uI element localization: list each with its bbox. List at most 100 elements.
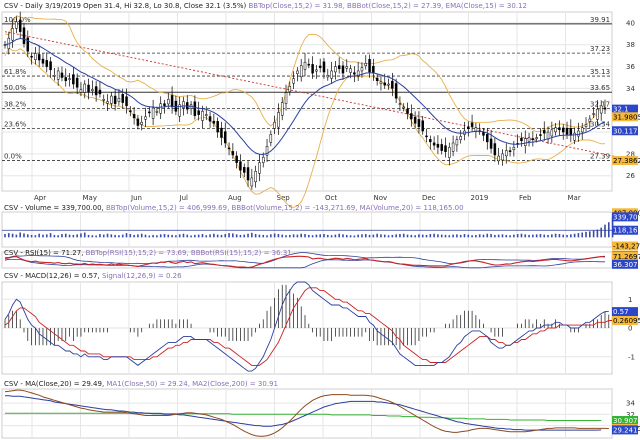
- candle-body: [546, 131, 550, 140]
- volume-bar: [607, 222, 610, 238]
- volume-bar: [452, 234, 454, 238]
- volume-bar: [197, 234, 200, 238]
- volume-bar: [110, 234, 113, 238]
- volume-bar: [243, 234, 246, 238]
- x-tick-label: Oct: [325, 194, 337, 202]
- volume-bar: [433, 233, 435, 238]
- volume-panel: 407,000339,700118,165-143,272CSV - Volum…: [1, 204, 640, 251]
- fib-level-label: 38.2%: [4, 100, 27, 108]
- candle-body: [387, 83, 390, 86]
- candle-body: [129, 110, 132, 113]
- volume-bar: [448, 235, 451, 238]
- volume-bar: [315, 234, 318, 238]
- volume-bar: [186, 234, 189, 238]
- candle-body: [383, 82, 386, 86]
- candle-body: [246, 167, 250, 181]
- volume-bar: [566, 234, 568, 238]
- volume-bar: [38, 233, 40, 238]
- volume-bar: [292, 234, 295, 238]
- volume-bar: [19, 232, 21, 238]
- volume-bar: [220, 234, 223, 238]
- x-tick-label: Jul: [179, 194, 189, 202]
- volume-bar: [467, 234, 470, 238]
- macd-line: [4, 281, 609, 372]
- candle-body: [326, 75, 330, 78]
- chart-canvas: Apr May Jun Jul Aug Sep Oct Nov Dec 2019 Feb Mar 26 2…: [1, 2, 640, 439]
- volume-bar: [429, 234, 432, 238]
- volume-bar: [216, 234, 219, 238]
- volume-bar: [285, 235, 287, 238]
- candle-body: [535, 137, 538, 139]
- panel-legend: CSV - MA(Close,20) = 29.49, MA1(Close,50…: [4, 380, 278, 388]
- volume-bar: [251, 232, 253, 238]
- candle-body: [330, 70, 333, 79]
- volume-bar: [232, 233, 234, 238]
- volume-bar: [80, 233, 82, 238]
- candle-body: [580, 127, 584, 133]
- candle-body: [459, 136, 462, 140]
- volume-bar: [91, 235, 94, 238]
- volume-bar: [368, 234, 371, 238]
- candle-body: [216, 121, 219, 133]
- candle-body: [170, 95, 174, 108]
- legend-item: BBTop(Close,15,2) = 31.98,: [246, 2, 345, 10]
- candle-body: [151, 107, 155, 119]
- x-tick-label: Jun: [130, 194, 142, 202]
- candle-body: [360, 67, 364, 72]
- candle-body: [417, 119, 421, 127]
- candle-body: [520, 137, 523, 142]
- volume-bar: [304, 234, 306, 238]
- legend-item: BBTop(RSI(15),15,2) = 73.69,: [83, 249, 188, 257]
- candle-body: [163, 103, 166, 107]
- legend-item: BBBot(RSI(15),15,2) = 36.31: [189, 249, 292, 257]
- volume-bar: [270, 234, 272, 238]
- value-tag-label: 118,165: [613, 227, 640, 235]
- volume-bar: [49, 233, 52, 238]
- candle-body: [353, 72, 356, 75]
- candle-body: [30, 55, 33, 58]
- volume-bar: [45, 234, 48, 238]
- volume-bar: [326, 234, 329, 238]
- volume-bar: [190, 235, 192, 238]
- value-tag-label: 30.9079: [613, 417, 640, 425]
- volume-bar: [353, 235, 356, 238]
- volume-bar: [30, 234, 33, 238]
- volume-bar: [102, 234, 105, 238]
- value-tag-label: 27.3862: [613, 157, 640, 165]
- volume-bar: [11, 233, 14, 238]
- candle-body: [235, 155, 238, 163]
- volume-bar: [395, 234, 397, 238]
- value-tag-label: 0.26095: [613, 317, 640, 325]
- volume-bar: [418, 234, 420, 238]
- value-tag-label: -143,272: [613, 242, 640, 250]
- volume-bar: [133, 234, 135, 238]
- candle-body: [455, 139, 459, 146]
- candle-body: [550, 129, 554, 137]
- candle-body: [368, 59, 371, 73]
- candle-body: [102, 99, 105, 101]
- candle-body: [398, 103, 402, 105]
- volume-bar: [61, 234, 63, 238]
- fib-level-value: 27.39: [590, 153, 610, 161]
- candle-body: [60, 72, 64, 78]
- volume-bar: [539, 234, 542, 238]
- candle-body: [501, 153, 504, 161]
- candle-body: [334, 66, 337, 73]
- candle-body: [436, 143, 440, 148]
- volume-bar: [463, 234, 466, 238]
- legend-main: CSV - MACD(12,26) = 0.57,: [4, 272, 100, 280]
- volume-bar: [182, 233, 185, 238]
- legend-item: Signal(12,26,9) = 0.26: [100, 272, 182, 280]
- candle-body: [193, 101, 197, 116]
- volume-bar: [83, 232, 86, 238]
- candle-body: [56, 70, 60, 80]
- candle-body: [125, 96, 128, 107]
- candle-body: [588, 118, 592, 122]
- candle-body: [220, 127, 223, 138]
- volume-bar: [53, 234, 56, 238]
- volume-bar: [581, 232, 584, 238]
- fib-level-value: 35.13: [590, 68, 610, 76]
- candle-body: [603, 107, 607, 110]
- legend-main: CSV - Daily 3/19/2019 Open 31.4, Hi 32.8…: [4, 2, 247, 10]
- volume-bar: [554, 233, 557, 238]
